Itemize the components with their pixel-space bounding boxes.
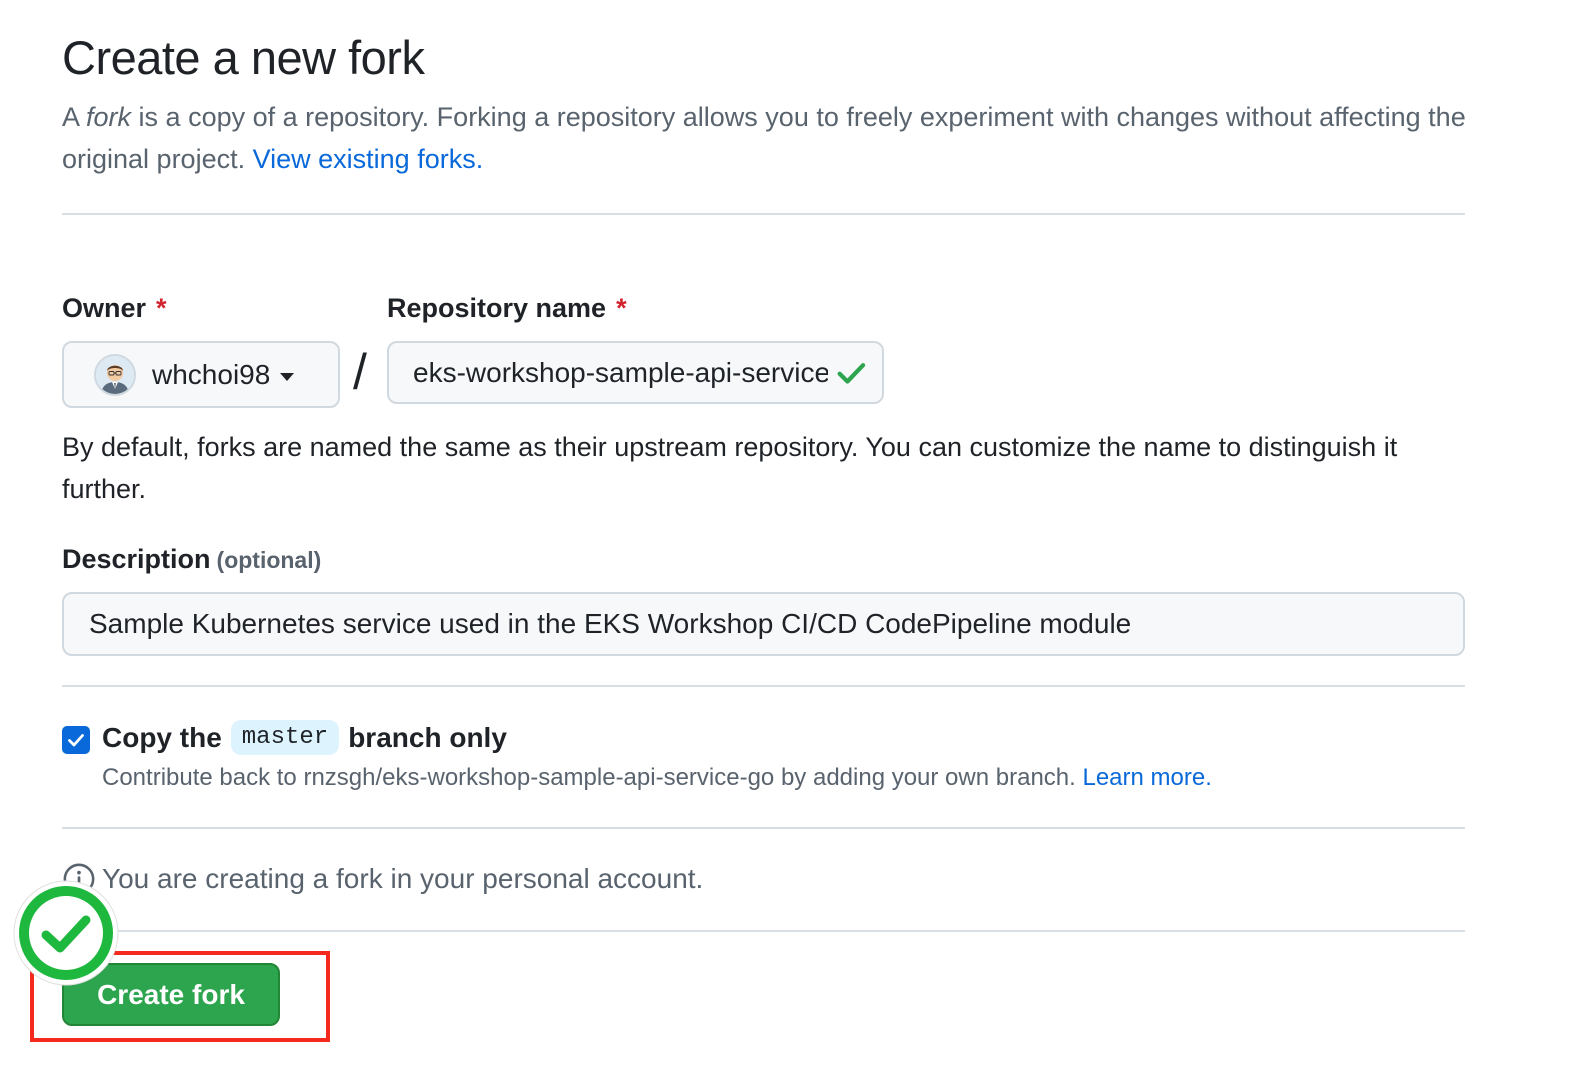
learn-more-link[interactable]: Learn more. [1082,764,1211,791]
owner-label: Owner * [62,293,167,324]
branch-name-chip: master [230,720,340,755]
repository-name-field [387,341,884,404]
owner-name: whchoi98 [152,358,271,390]
repository-name-help: By default, forks are named the same as … [62,432,1398,504]
description-input[interactable] [62,592,1465,656]
description-label: Description (optional) [62,544,321,575]
owner-dropdown[interactable]: whchoi98 [62,341,340,408]
owner-label-text: Owner [62,293,147,323]
owner-required-mark: * [156,293,167,323]
copy-branch-label-before: Copy the [102,721,222,753]
copy-branch-label[interactable]: Copy the master branch only [102,720,507,755]
repository-name-label-text: Repository name [387,293,607,323]
copy-branch-help-text: Contribute back to rnzsgh/eks-workshop-s… [102,764,1083,791]
intro-emphasis: fork [86,102,132,132]
repository-required-mark: * [616,293,627,323]
copy-branch-label-after: branch only [348,721,507,753]
divider [62,685,1465,687]
repository-name-input[interactable] [413,356,828,389]
avatar [94,353,136,396]
optional-note: (optional) [216,547,322,573]
personal-account-text: You are creating a fork in your personal… [102,863,704,894]
owner-repo-separator: / [353,344,367,400]
intro-prefix: A [62,102,87,132]
copy-branch-checkbox[interactable] [62,726,90,754]
success-check-icon [13,880,119,986]
personal-account-notice: You are creating a fork in your personal… [62,862,703,896]
fork-intro: A fork is a copy of a repository. Forkin… [62,96,1482,180]
checkmark-icon [68,734,84,747]
view-existing-forks-link[interactable]: View existing forks. [253,144,484,174]
check-icon [837,362,866,384]
divider [62,827,1465,829]
copy-branch-help: Contribute back to rnzsgh/eks-workshop-s… [102,764,1212,792]
divider [62,930,1465,932]
divider [62,213,1465,215]
page-title: Create a new fork [62,31,425,84]
repository-name-label: Repository name * [387,293,627,324]
caret-down-icon [280,372,295,381]
description-label-text: Description [62,544,211,574]
